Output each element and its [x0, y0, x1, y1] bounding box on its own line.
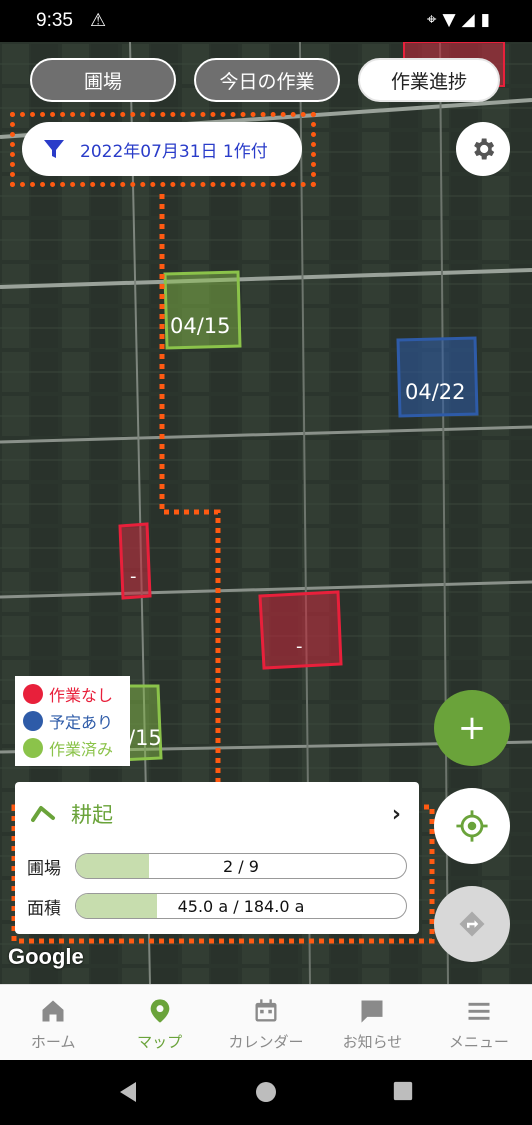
progress-bar-area: 45.0 a / 184.0 a — [75, 893, 407, 919]
filter-button[interactable]: 2022年07月31日 1作付 — [22, 122, 302, 176]
message-icon — [361, 1000, 383, 1023]
progress-row-fields: 圃場 2 / 9 — [15, 846, 419, 886]
nav-label: お知らせ — [342, 1033, 403, 1051]
bottom-nav: ホーム マップ カレンダー お知らせ メニュー — [0, 984, 532, 1060]
nav-label: ホーム — [30, 1033, 76, 1051]
field-label-none-b: - — [296, 636, 303, 657]
wifi-icon: ▼ — [442, 10, 462, 30]
legend-item-scheduled: 予定あり — [23, 707, 122, 734]
row-label: 圃場 — [27, 858, 61, 879]
home-icon — [42, 1000, 64, 1022]
google-logo: Google — [8, 944, 84, 969]
top-tabs: 圃場 今日の作業 作業進捗 — [30, 58, 500, 102]
directions-button[interactable] — [434, 886, 510, 962]
my-location-icon — [456, 810, 488, 842]
plow-icon — [31, 806, 55, 822]
nav-item-notices[interactable]: お知らせ — [319, 985, 425, 1060]
field-label-none-a: - — [130, 566, 137, 587]
location-icon: ⌖ — [426, 10, 443, 30]
filter-icon — [44, 140, 64, 158]
calendar-icon — [255, 999, 277, 1022]
recents-icon[interactable] — [392, 1080, 414, 1102]
nav-label: メニュー — [448, 1033, 509, 1051]
nav-item-map[interactable]: マップ — [106, 985, 212, 1060]
legend-item-done: 作業済み — [23, 734, 122, 761]
progress-text: 45.0 a / 184.0 a — [177, 897, 305, 916]
progress-row-area: 面積 45.0 a / 184.0 a — [15, 886, 419, 926]
warning-icon: ⚠ — [90, 10, 107, 31]
nav-label: マップ — [137, 1033, 183, 1051]
directions-icon — [459, 911, 485, 937]
chevron-right-icon[interactable]: › — [392, 802, 401, 827]
legend-dot-red — [23, 683, 43, 704]
home-button-icon[interactable] — [254, 1080, 278, 1104]
menu-icon — [468, 1002, 490, 1020]
system-nav-bar — [0, 1060, 532, 1125]
add-button[interactable]: + — [434, 690, 510, 766]
gear-icon — [474, 138, 495, 160]
my-location-button[interactable] — [434, 788, 510, 864]
progress-text: 2 / 9 — [223, 857, 259, 876]
nav-item-home[interactable]: ホーム — [0, 985, 106, 1060]
status-time: 9:35 — [36, 10, 73, 31]
work-progress-panel: 耕起 › 圃場 2 / 9 面積 45.0 a / 184.0 a — [15, 782, 419, 934]
battery-icon: ▮ — [480, 10, 496, 30]
status-icons: ⌖▼◢▮ — [427, 10, 496, 30]
legend-item-none: 作業なし — [23, 680, 122, 707]
panel-header[interactable]: 耕起 › — [15, 782, 419, 846]
tab-today-work[interactable]: 今日の作業 — [194, 58, 340, 102]
field-label-0415: 04/15 — [170, 314, 231, 338]
signal-icon: ◢ — [461, 10, 481, 30]
field-label-0422: 04/22 — [405, 380, 466, 404]
status-legend: 作業なし 予定あり 作業済み — [15, 676, 130, 766]
map-pin-icon — [150, 999, 169, 1023]
nav-label: カレンダー — [228, 1033, 304, 1051]
tab-work-progress[interactable]: 作業進捗 — [358, 58, 500, 102]
legend-dot-blue — [23, 710, 43, 731]
tab-fields[interactable]: 圃場 — [30, 58, 176, 102]
legend-label: 予定あり — [49, 712, 114, 732]
row-label: 面積 — [27, 898, 61, 919]
back-icon[interactable] — [116, 1080, 140, 1104]
panel-title: 耕起 — [71, 803, 113, 827]
legend-label: 作業なし — [49, 685, 114, 705]
status-bar: 9:35 ⚠ ⌖▼◢▮ — [0, 0, 532, 42]
nav-item-menu[interactable]: メニュー — [426, 985, 532, 1060]
field-label-015: /15 — [128, 726, 162, 750]
nav-item-calendar[interactable]: カレンダー — [213, 985, 319, 1060]
legend-dot-green — [23, 737, 43, 758]
filter-label: 2022年07月31日 1作付 — [80, 141, 268, 162]
legend-label: 作業済み — [49, 739, 114, 759]
settings-button[interactable] — [456, 122, 510, 176]
progress-bar-fields: 2 / 9 — [75, 853, 407, 879]
